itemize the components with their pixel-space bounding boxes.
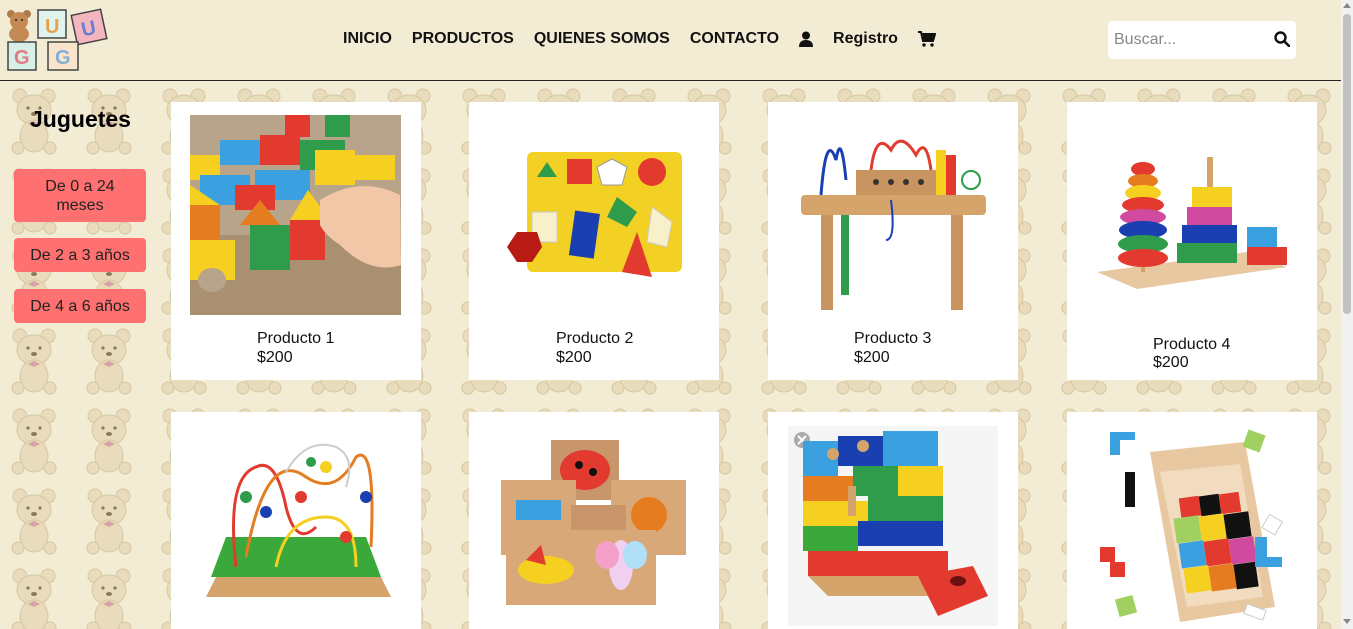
search-icon[interactable] [1274, 31, 1290, 47]
product-price: $200 [257, 349, 293, 366]
product-name[interactable]: Producto 2 [556, 330, 633, 348]
teddy-bear-icon [7, 10, 31, 42]
product-card[interactable]: Producto 1 $200 [171, 102, 421, 380]
scrollbar-thumb[interactable] [1343, 14, 1351, 314]
product-card[interactable] [1067, 412, 1317, 629]
product-image-block-tower-puzzle[interactable] [788, 426, 998, 626]
svg-text:U: U [45, 16, 59, 38]
nav-registro[interactable]: Registro [833, 30, 898, 48]
nav-productos[interactable]: PRODUCTOS [412, 30, 514, 48]
sidebar-title: Juguetes [30, 106, 131, 132]
user-icon[interactable] [799, 31, 814, 47]
cart-icon[interactable] [917, 31, 936, 47]
page-scrollbar[interactable] [1341, 0, 1353, 629]
product-card[interactable]: Producto 2 $200 [469, 102, 719, 380]
product-image-tetris-puzzle[interactable] [1095, 427, 1293, 627]
nav-quienes-somos[interactable]: QUIENES SOMOS [534, 30, 670, 48]
product-image-bead-maze[interactable] [206, 437, 391, 612]
scroll-up-arrow-icon[interactable] [1343, 3, 1351, 8]
nav-inicio[interactable]: INICIO [343, 30, 392, 48]
category-4-6-years[interactable]: De 4 a 6 años [14, 289, 146, 323]
category-2-3-years[interactable]: De 2 a 3 años [14, 238, 146, 272]
product-name[interactable]: Producto 1 [257, 330, 334, 348]
svg-text:G: G [14, 47, 30, 69]
product-image-activity-table[interactable] [796, 120, 990, 312]
site-logo[interactable]: U U G G [4, 4, 108, 72]
search-box [1108, 21, 1296, 59]
product-card[interactable]: Producto 3 $200 [768, 102, 1018, 380]
product-card[interactable] [469, 412, 719, 629]
site-header: U U G G INICIO PRODUCTOS QUIENES SOMOS C… [0, 0, 1341, 81]
product-name[interactable]: Producto 4 [1153, 336, 1230, 354]
product-image-stacking-rings[interactable] [1097, 157, 1287, 292]
product-image-wooden-blocks[interactable] [190, 115, 401, 315]
nav-contacto[interactable]: CONTACTO [690, 30, 779, 48]
product-name[interactable]: Producto 3 [854, 330, 931, 348]
scroll-down-arrow-icon[interactable] [1343, 619, 1351, 624]
main-nav: INICIO PRODUCTOS QUIENES SOMOS CONTACTO … [343, 30, 936, 48]
product-price: $200 [854, 349, 890, 366]
product-price: $200 [1153, 354, 1189, 371]
product-image-animal-puzzles[interactable] [501, 440, 689, 610]
category-0-24-months[interactable]: De 0 a 24 meses [14, 169, 146, 222]
svg-text:G: G [55, 47, 71, 69]
product-image-shape-puzzle-board[interactable] [507, 147, 687, 287]
search-input[interactable] [1108, 21, 1268, 59]
product-card[interactable] [768, 412, 1018, 629]
product-card[interactable] [171, 412, 421, 629]
product-price: $200 [556, 349, 592, 366]
product-card[interactable]: Producto 4 $200 [1067, 102, 1317, 380]
